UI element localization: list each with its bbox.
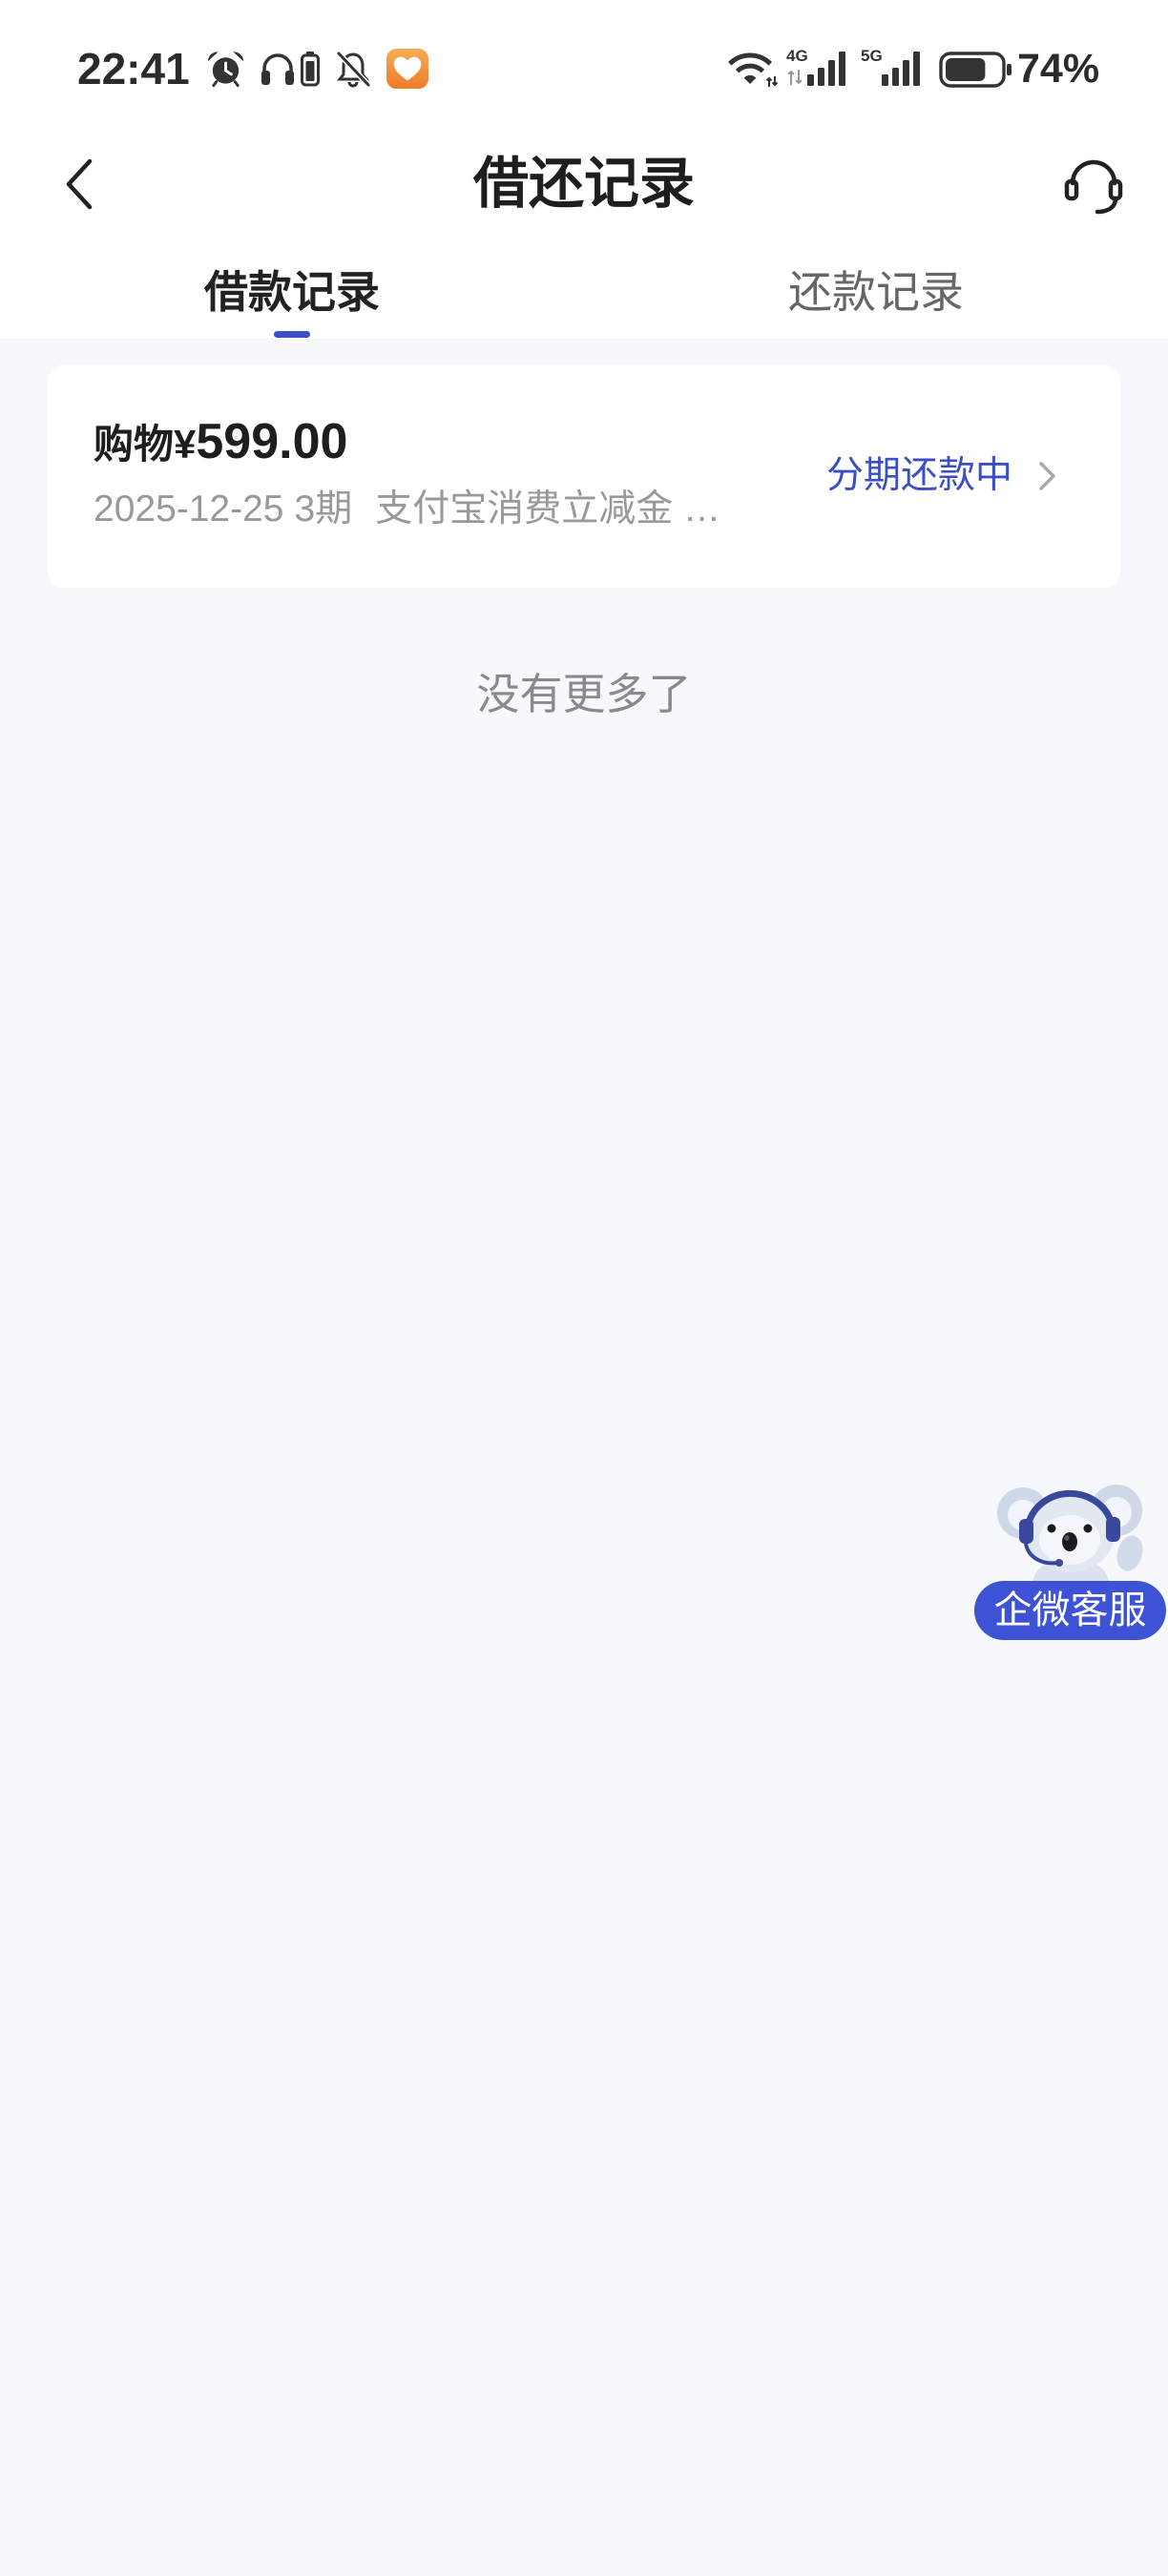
record-note: 支付宝消费立减金 …: [375, 488, 721, 530]
record-date: 2025-12-25: [94, 488, 284, 530]
record-status: 分期还款中: [826, 455, 1013, 496]
wecom-service-button[interactable]: 企微客服: [974, 1581, 1166, 1640]
tab-label: 借款记录: [204, 267, 380, 317]
record-category: 购物: [94, 422, 175, 467]
koala-mascot-icon: [997, 1485, 1143, 1586]
battery-percent: 74%: [1017, 46, 1100, 92]
signal-bar: [839, 52, 845, 86]
signal-5g-icon: 5G: [861, 46, 928, 88]
signal-bar: [828, 60, 835, 86]
signal-4g-icon: 4G: [786, 46, 853, 88]
page-title: 借还记录: [472, 153, 695, 215]
earbuds-battery-icon: [299, 50, 322, 88]
record-amount: 购物 ¥ 599.00: [94, 412, 347, 471]
record-details: 2025-12-25 3期 支付宝消费立减金 …: [94, 488, 720, 530]
signal-bar: [913, 52, 920, 86]
wifi-icon: [727, 48, 779, 88]
wifi-level: [735, 63, 765, 73]
tab-repay-records[interactable]: 还款记录: [584, 256, 1168, 328]
headset-icon: [1064, 159, 1123, 215]
list-end-text: 没有更多了: [476, 670, 692, 718]
alarm-icon: [205, 50, 246, 88]
bell-off-icon: [334, 50, 372, 88]
signal-bar: [903, 60, 909, 86]
top-area: 22:41 4G 5G 74% 借还记录 借款记录 还款记录: [0, 0, 1168, 339]
signal-bar: [818, 68, 824, 86]
currency-symbol: ¥: [174, 422, 197, 467]
chevron-left-icon: [66, 158, 93, 210]
signal-bar: [807, 74, 814, 86]
loan-record-card[interactable]: 购物 ¥ 599.00 2025-12-25 3期 支付宝消费立减金 … 分期还款中: [48, 364, 1120, 588]
borrow-repay-records-page: 22:41 4G 5G 74% 借还记录 借款记录 还款记录 购物 ¥ 599.…: [0, 0, 1168, 2576]
status-bar: 22:41 4G 5G 74%: [0, 0, 1168, 134]
tab-borrow-records[interactable]: 借款记录: [0, 256, 584, 328]
battery-icon: [939, 52, 1015, 88]
amount-value: 599.00: [196, 414, 348, 469]
record-periods: 3期: [294, 488, 353, 530]
heart-app-icon: [385, 48, 430, 90]
network-4g-label: 4G: [786, 47, 808, 65]
status-time: 22:41: [77, 44, 190, 93]
chevron-right-icon: [1039, 462, 1055, 490]
wecom-service-widget[interactable]: 企微客服: [973, 1469, 1168, 1641]
signal-bar: [882, 74, 888, 86]
active-tab-indicator: [274, 331, 310, 338]
customer-service-button[interactable]: [1053, 145, 1134, 225]
wifi-level: [743, 74, 757, 84]
headphones-icon: [260, 50, 296, 88]
tab-label: 还款记录: [788, 267, 964, 317]
battery-level-fill: [946, 58, 986, 81]
wifi-level: [728, 52, 772, 66]
signal-bar: [892, 68, 899, 86]
network-5g-label: 5G: [861, 47, 883, 65]
back-button[interactable]: [48, 143, 124, 225]
